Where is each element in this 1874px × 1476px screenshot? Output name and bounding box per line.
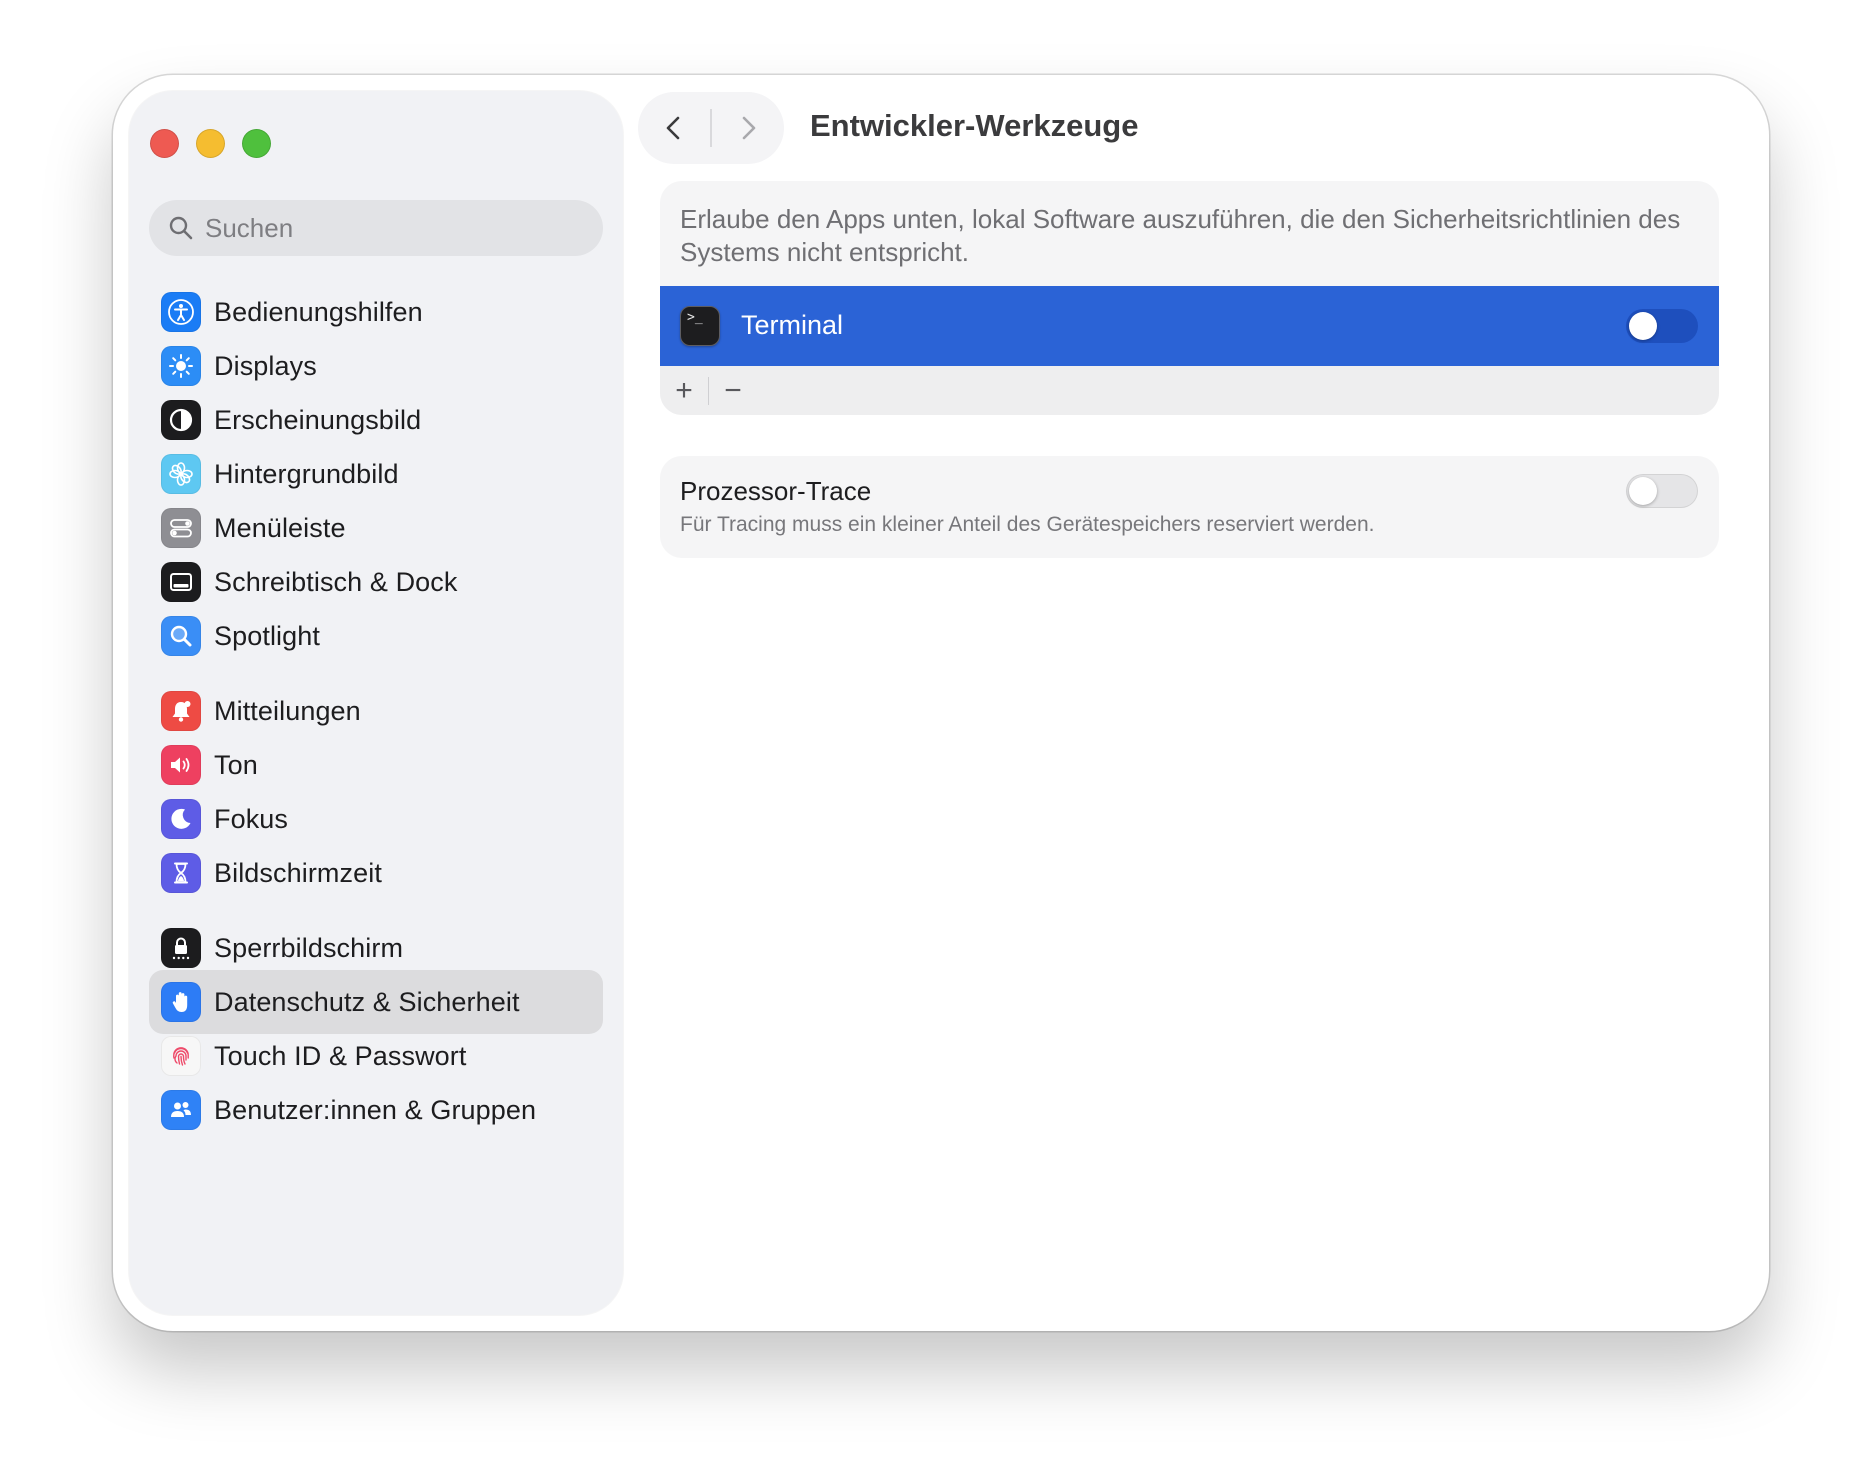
fingerprint-icon bbox=[161, 1036, 201, 1076]
developer-apps-group: Erlaube den Apps unten, lokal Software a… bbox=[660, 181, 1719, 415]
chevron-right-icon bbox=[742, 116, 756, 140]
accessibility-icon bbox=[161, 292, 201, 332]
sidebar-item-label: Spotlight bbox=[214, 620, 320, 651]
toggle-knob bbox=[1629, 312, 1657, 340]
navigation-buttons bbox=[638, 92, 784, 164]
terminal-toggle[interactable] bbox=[1626, 309, 1698, 343]
sidebar-item-spotlight[interactable]: Spotlight bbox=[149, 604, 603, 668]
app-row-terminal[interactable]: >_ Terminal bbox=[660, 286, 1719, 366]
back-button[interactable] bbox=[638, 92, 710, 164]
magnifying-glass-icon bbox=[169, 216, 193, 240]
sidebar-item-label: Bildschirmzeit bbox=[214, 857, 382, 888]
appearance-icon bbox=[161, 400, 201, 440]
sidebar-item-label: Touch ID & Passwort bbox=[214, 1040, 467, 1071]
close-button[interactable] bbox=[150, 129, 179, 158]
app-name: Terminal bbox=[741, 310, 844, 340]
sidebar-item-label: Hintergrundbild bbox=[214, 458, 399, 489]
sidebar-item-label: Erscheinungsbild bbox=[214, 404, 422, 435]
sidebar-item-label: Menüleiste bbox=[214, 512, 346, 543]
search-field[interactable] bbox=[149, 200, 603, 256]
sidebar-item-label: Sperrbildschirm bbox=[214, 932, 404, 963]
sidebar-item-label: Fokus bbox=[214, 803, 289, 834]
remove-app-button[interactable]: − bbox=[709, 366, 757, 415]
toggles-icon bbox=[161, 508, 201, 548]
search-input[interactable] bbox=[205, 212, 565, 244]
maximize-button[interactable] bbox=[242, 129, 271, 158]
sidebar: Bedienungshilfen Displays Erscheinungsbi… bbox=[129, 91, 623, 1315]
page-title: Entwickler-Werkzeuge bbox=[810, 108, 1139, 143]
moon-icon bbox=[161, 799, 201, 839]
hourglass-icon bbox=[161, 853, 201, 893]
dock-icon bbox=[161, 562, 201, 602]
speaker-icon bbox=[161, 745, 201, 785]
list-actions: + − bbox=[660, 366, 1719, 415]
sidebar-item-label: Mitteilungen bbox=[214, 695, 361, 726]
sidebar-item-label: Benutzer:innen & Gruppen bbox=[214, 1094, 537, 1125]
sidebar-item-label: Datenschutz & Sicherheit bbox=[214, 986, 520, 1017]
people-icon bbox=[161, 1090, 201, 1130]
processor-trace-toggle[interactable] bbox=[1626, 474, 1698, 508]
hand-icon bbox=[161, 982, 201, 1022]
settings-window: Bedienungshilfen Displays Erscheinungsbi… bbox=[113, 75, 1769, 1331]
window-controls bbox=[150, 129, 271, 158]
sidebar-item-label: Displays bbox=[214, 350, 317, 381]
chevron-left-icon bbox=[666, 116, 680, 140]
sidebar-item-benutzer-gruppen[interactable]: Benutzer:innen & Gruppen bbox=[149, 1078, 603, 1142]
processor-trace-title: Prozessor-Trace bbox=[680, 476, 872, 506]
terminal-icon-glyph: >_ bbox=[687, 310, 703, 325]
lock-icon bbox=[161, 928, 201, 968]
sidebar-item-label: Ton bbox=[214, 749, 258, 780]
developer-apps-description: Erlaube den Apps unten, lokal Software a… bbox=[680, 204, 1681, 267]
sidebar-item-bildschirmzeit[interactable]: Bildschirmzeit bbox=[149, 841, 603, 905]
terminal-icon: >_ bbox=[680, 306, 720, 346]
minimize-button[interactable] bbox=[196, 129, 225, 158]
forward-button[interactable] bbox=[712, 92, 784, 164]
processor-trace-subtitle: Für Tracing muss ein kleiner Anteil des … bbox=[680, 513, 1375, 536]
bell-icon bbox=[161, 691, 201, 731]
magnifier-icon bbox=[161, 616, 201, 656]
sidebar-item-label: Bedienungshilfen bbox=[214, 296, 423, 327]
flower-icon bbox=[161, 454, 201, 494]
sun-icon bbox=[161, 346, 201, 386]
sidebar-item-label: Schreibtisch & Dock bbox=[214, 566, 458, 597]
add-app-button[interactable]: + bbox=[660, 366, 708, 415]
toggle-knob bbox=[1629, 477, 1657, 505]
processor-trace-group: Prozessor-Trace Für Tracing muss ein kle… bbox=[660, 456, 1719, 558]
